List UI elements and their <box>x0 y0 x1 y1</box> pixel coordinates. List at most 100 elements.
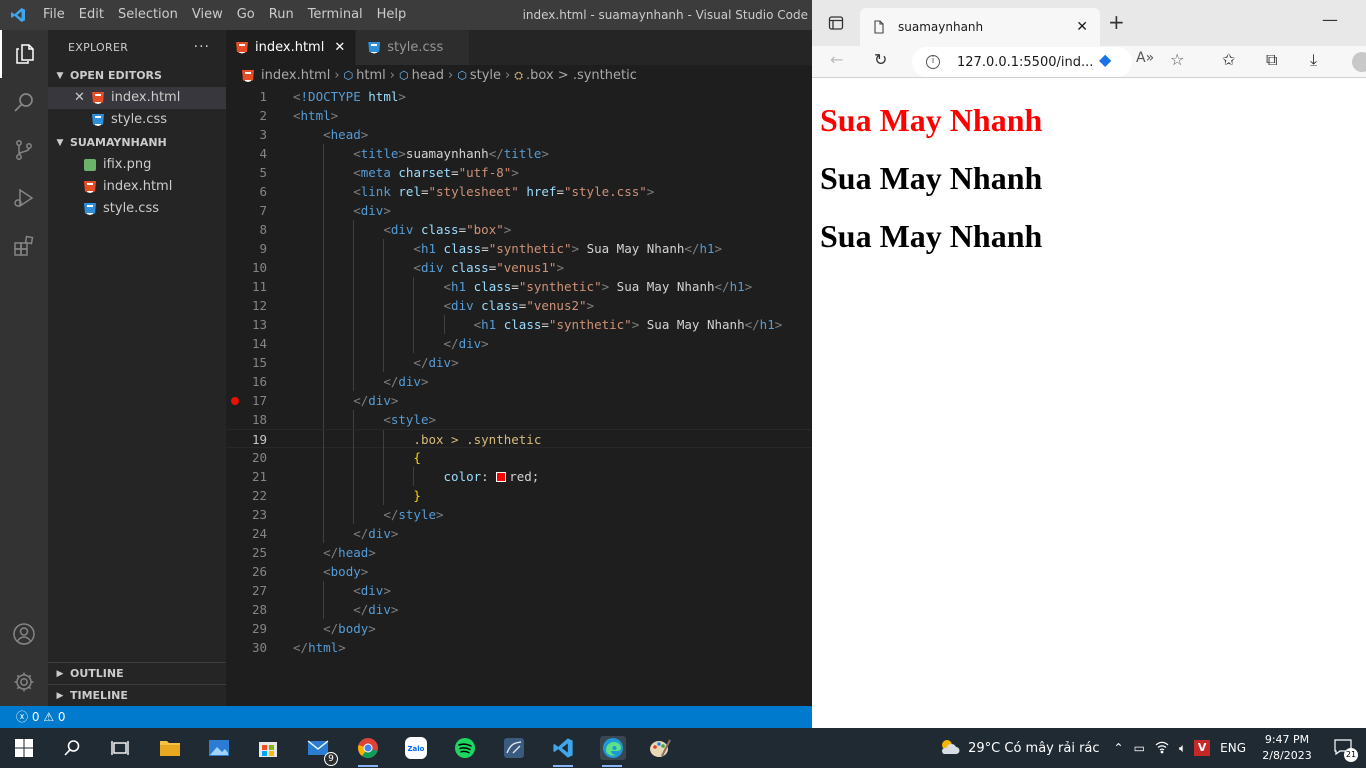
breadcrumb-item[interactable]: index.html <box>261 65 330 87</box>
weather-icon[interactable] <box>938 738 960 759</box>
clock[interactable]: 9:47 PM 2/8/2023 <box>1256 732 1318 764</box>
line-number[interactable]: 16 <box>226 372 267 391</box>
menu-terminal[interactable]: Terminal <box>301 0 370 30</box>
code-line[interactable]: 29 </body> <box>226 619 812 638</box>
open-editors-header[interactable]: ▼ OPEN EDITORS <box>48 65 226 87</box>
search-icon[interactable] <box>0 78 48 126</box>
profile-avatar[interactable] <box>1352 52 1366 72</box>
folder-header[interactable]: ▼ SUAMAYNHANH <box>48 132 226 154</box>
line-number[interactable]: 13 <box>226 315 267 334</box>
refresh-icon[interactable]: ↻ <box>874 50 887 69</box>
spotify-icon[interactable] <box>453 736 477 760</box>
code-line[interactable]: 17 </div> <box>226 391 812 410</box>
code-line[interactable]: 4 <title>suamaynhanh</title> <box>226 144 812 163</box>
settings-gear-icon[interactable] <box>0 658 48 706</box>
line-number[interactable]: 14 <box>226 334 267 353</box>
open-editor-item-index-html[interactable]: ✕ index.html <box>48 87 226 109</box>
downloads-icon[interactable]: ⤓ <box>1310 50 1317 70</box>
code-line[interactable]: 23 </style> <box>226 505 812 524</box>
line-number[interactable]: 9 <box>226 239 267 258</box>
extensions-icon[interactable] <box>0 222 48 270</box>
browser-tab[interactable]: suamaynhanh ✕ <box>860 8 1100 46</box>
menu-help[interactable]: Help <box>370 0 414 30</box>
explorer-icon[interactable] <box>0 30 48 78</box>
code-line[interactable]: 27 <div> <box>226 581 812 600</box>
back-icon[interactable]: ← <box>830 50 843 69</box>
close-tab-icon[interactable]: ✕ <box>334 40 345 55</box>
zalo-icon[interactable]: Zalo <box>404 736 428 760</box>
code-line[interactable]: 18 <style> <box>226 410 812 429</box>
chevron-up-icon[interactable]: ⌃ <box>1114 741 1124 755</box>
read-aloud-icon[interactable]: A» <box>1136 50 1154 66</box>
line-number[interactable]: 21 <box>226 467 267 486</box>
code-line[interactable]: 16 </div> <box>226 372 812 391</box>
line-number[interactable]: 28 <box>226 600 267 619</box>
run-debug-icon[interactable] <box>0 174 48 222</box>
menu-file[interactable]: File <box>36 0 72 30</box>
line-number[interactable]: 6 <box>226 182 267 201</box>
problems-status[interactable]: ⓧ 0 ⚠ 0 <box>16 710 66 724</box>
search-icon[interactable] <box>60 736 84 760</box>
code-line[interactable]: 2 <html> <box>226 106 812 125</box>
code-line[interactable]: 12 <div class="venus2"> <box>226 296 812 315</box>
code-line[interactable]: 10 <div class="venus1"> <box>226 258 812 277</box>
breakpoint-icon[interactable] <box>231 397 239 405</box>
more-actions-icon[interactable]: ··· <box>194 30 210 65</box>
code-line[interactable]: 25 </head> <box>226 543 812 562</box>
line-number[interactable]: 8 <box>226 220 267 239</box>
line-number[interactable]: 5 <box>226 163 267 182</box>
code-line[interactable]: 30 </html> <box>226 638 812 657</box>
code-line[interactable]: 22 } <box>226 486 812 505</box>
code-line[interactable]: 3 <head> <box>226 125 812 144</box>
code-line[interactable]: 7 <div> <box>226 201 812 220</box>
file-item-ifix-png[interactable]: ifix.png <box>48 154 226 176</box>
line-number[interactable]: 26 <box>226 562 267 581</box>
menu-run[interactable]: Run <box>262 0 301 30</box>
file-item-index-html[interactable]: index.html <box>48 176 226 198</box>
breadcrumb-item[interactable]: .box > .synthetic <box>526 65 637 87</box>
weather-text[interactable]: 29°C Có mây rải rác <box>968 741 1099 756</box>
code-line[interactable]: 11 <h1 class="synthetic"> Sua May Nhanh<… <box>226 277 812 296</box>
open-editor-item-style-css[interactable]: style.css <box>48 109 226 131</box>
photos-icon[interactable] <box>207 736 231 760</box>
menu-view[interactable]: View <box>185 0 230 30</box>
line-number[interactable]: 27 <box>226 581 267 600</box>
code-line[interactable]: 15 </div> <box>226 353 812 372</box>
line-number[interactable]: 25 <box>226 543 267 562</box>
line-number[interactable]: 20 <box>226 448 267 467</box>
outline-section[interactable]: ▶ OUTLINE <box>48 662 226 685</box>
code-line[interactable]: 19 .box > .synthetic <box>226 429 812 449</box>
site-info-icon[interactable]: i <box>926 55 940 69</box>
code-editor[interactable]: 1 <!DOCTYPE html> 2 <html> 3 <head> 4 <title>… <box>226 87 812 657</box>
code-line[interactable]: 20 { <box>226 448 812 467</box>
line-number[interactable]: 4 <box>226 144 267 163</box>
accounts-icon[interactable] <box>0 610 48 658</box>
line-number[interactable]: 19 <box>226 430 267 449</box>
wifi-icon[interactable] <box>1155 740 1169 757</box>
new-tab-icon[interactable]: + <box>1108 10 1125 34</box>
tab-actions-icon[interactable] <box>828 15 844 35</box>
battery-icon[interactable]: ▭ <box>1134 741 1145 755</box>
vietnamese-ime-icon[interactable]: V <box>1194 740 1211 756</box>
add-favorite-icon[interactable]: ☆ <box>1170 50 1184 69</box>
menu-selection[interactable]: Selection <box>111 0 185 30</box>
line-number[interactable]: 15 <box>226 353 267 372</box>
edge-icon[interactable] <box>600 736 626 767</box>
volume-icon[interactable]: 🔈︎ <box>1179 741 1186 756</box>
close-icon[interactable]: ✕ <box>74 87 88 109</box>
line-number[interactable]: 18 <box>226 410 267 429</box>
code-line[interactable]: 5 <meta charset="utf-8"> <box>226 163 812 182</box>
store-icon[interactable] <box>256 736 280 760</box>
coupon-tag-icon[interactable]: ◆ <box>1099 50 1111 69</box>
line-number[interactable]: 3 <box>226 125 267 144</box>
timeline-section[interactable]: ▶ TIMELINE <box>48 684 226 707</box>
source-control-icon[interactable] <box>0 126 48 174</box>
windows-start-icon[interactable] <box>12 736 36 760</box>
code-line[interactable]: 9 <h1 class="synthetic"> Sua May Nhanh</… <box>226 239 812 258</box>
line-number[interactable]: 2 <box>226 106 267 125</box>
breadcrumb-item[interactable]: style <box>470 65 501 87</box>
line-number[interactable]: 10 <box>226 258 267 277</box>
database-tool-icon[interactable] <box>502 736 526 760</box>
line-number[interactable]: 23 <box>226 505 267 524</box>
code-line[interactable]: 26 <body> <box>226 562 812 581</box>
